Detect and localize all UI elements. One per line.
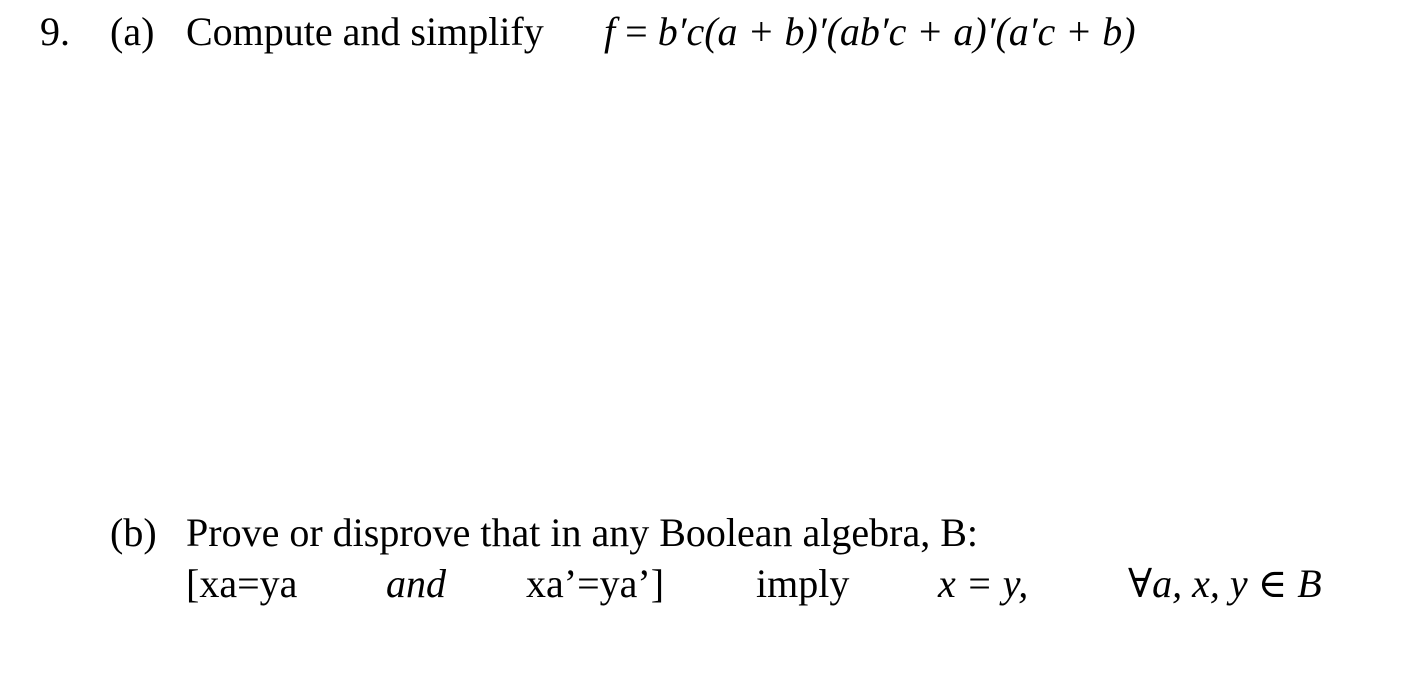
implies-word: imply [756, 561, 850, 606]
connector-and: and [386, 561, 446, 606]
part-a-instruction: Compute and simplify [186, 9, 544, 54]
formula-rhs: b′c(a + b)′(ab′c + a)′(a′c + b) [657, 9, 1136, 54]
condition-2: xa’=ya’] [526, 561, 665, 606]
quantifier: ∀a, x, y ∈ B [1128, 561, 1322, 606]
part-a-formula: f = b′c(a + b)′(ab′c + a)′(a′c + b) [604, 12, 1136, 52]
part-b-label: (b) [110, 510, 157, 555]
formula-lhs: f [604, 9, 616, 54]
answer-space [110, 70, 1310, 500]
condition-1: [xa=ya [186, 561, 298, 606]
problem-number: 9. [40, 9, 70, 54]
formula-equals: = [615, 9, 658, 54]
part-a-label: (a) [110, 9, 155, 54]
part-b-instruction: Prove or disprove that in any Boolean al… [186, 510, 979, 555]
conclusion: x = y, [938, 561, 1029, 606]
